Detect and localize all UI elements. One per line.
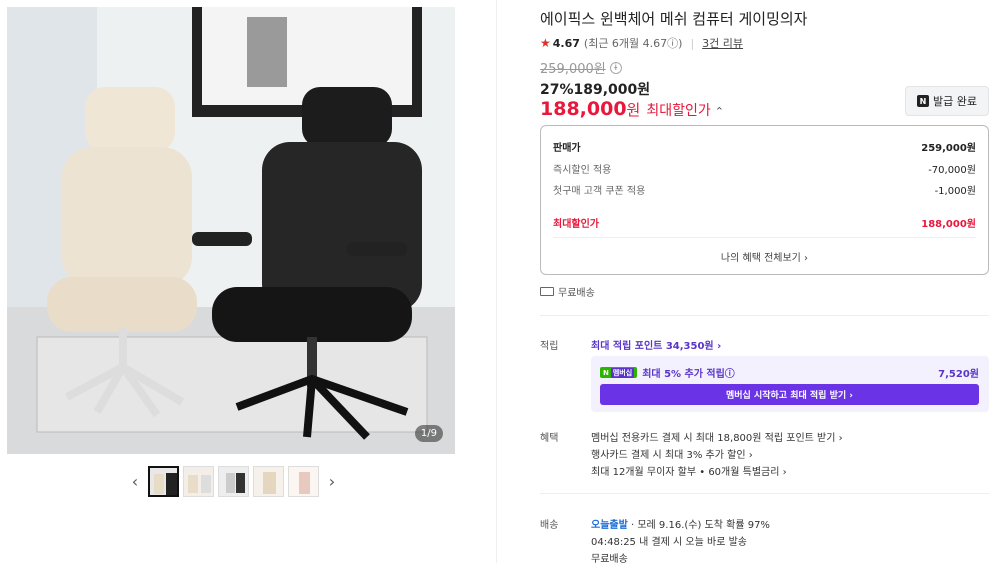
delivery-label: 배송: [540, 520, 559, 531]
benefits-label: 혜택: [540, 433, 559, 444]
product-title: 에이픽스 윈백체어 메쉬 컴퓨터 게이밍의자: [540, 10, 808, 28]
final-price-unit: 원: [626, 101, 641, 119]
main-product-image[interactable]: 1/9: [7, 7, 455, 454]
next-image-icon[interactable]: ›: [323, 467, 341, 497]
membership-badge: N 멤버십: [600, 367, 638, 378]
points-label: 적립: [540, 341, 559, 352]
original-price: 259,000원: [540, 62, 606, 77]
image-counter: 1/9: [414, 425, 443, 442]
price-row-label: 첫구매 고객 쿠폰 적용: [553, 186, 646, 197]
final-price-label: 최대할인가: [646, 103, 711, 119]
chair-photo: [7, 7, 455, 454]
prev-image-icon[interactable]: ‹: [126, 467, 144, 497]
naver-n-icon: N: [603, 368, 609, 377]
price-row-label: 판매가: [553, 143, 581, 154]
free-shipping-row: 무료배송: [540, 284, 595, 299]
coupon-issued-button[interactable]: N 발급 완료: [905, 86, 989, 116]
rating-score: 4.67: [552, 36, 580, 50]
rating-row: ★ 4.67 (최근 6개월 4.67ⓘ) | 3건 리뷰: [540, 35, 743, 51]
price-row-label: 최대할인가: [553, 219, 599, 230]
thumbnail-strip: ‹ ›: [126, 466, 341, 497]
membership-value: 7,520원: [938, 369, 979, 380]
membership-plus-label: 멤버십: [610, 367, 635, 378]
benefit-item-event-card[interactable]: 행사카드 결제 시 최대 3% 추가 할인 ›: [591, 446, 753, 461]
coupon-button-label: 발급 완료: [933, 95, 977, 108]
price-row-value: 188,000원: [921, 219, 976, 230]
rating-sub[interactable]: (최근 6개월 4.67ⓘ): [584, 35, 683, 51]
membership-start-button[interactable]: 멤버십 시작하고 최대 적립 받기 ›: [600, 384, 979, 405]
price-row-label: 즉시할인 적용: [553, 165, 612, 176]
max-points-link[interactable]: 최대 적립 포인트 34,350원 ›: [591, 337, 721, 352]
today-dispatch-badge: 오늘출발: [591, 520, 628, 531]
membership-extra-text: 최대 5% 추가 적립ⓘ: [642, 369, 735, 380]
price-row-first-coupon: 첫구매 고객 쿠폰 적용 -1,000원: [553, 182, 976, 197]
star-icon: ★: [540, 36, 551, 50]
price-row-max-discount: 최대할인가 188,000원: [553, 215, 976, 230]
thumbnail-2[interactable]: [183, 466, 214, 497]
section-divider: [540, 315, 989, 316]
review-link[interactable]: 3건 리뷰: [702, 35, 743, 51]
thumbnail-3[interactable]: [218, 466, 249, 497]
price-row-sale: 판매가 259,000원: [553, 139, 976, 154]
dispatch-countdown: 04:48:25 내 결제 시 오늘 바로 발송: [591, 537, 747, 548]
original-price-row: 259,000원 i: [540, 58, 622, 77]
thumbnail-5[interactable]: [288, 466, 319, 497]
price-breakdown-box: 판매가 259,000원 즉시할인 적용 -70,000원 첫구매 고객 쿠폰 …: [540, 125, 989, 275]
delivery-arrival-row: 오늘출발 · 모레 9.16.(수) 도착 확률 97%: [591, 516, 770, 531]
benefit-item-installment[interactable]: 최대 12개월 무이자 할부 • 60개월 특별금리 ›: [591, 463, 787, 478]
box-divider: [553, 237, 976, 238]
naver-n-icon: N: [917, 95, 929, 107]
info-icon[interactable]: i: [609, 61, 622, 74]
arrival-estimate: · 모레 9.16.(수) 도착 확률 97%: [627, 520, 770, 531]
price-row-instant-discount: 즉시할인 적용 -70,000원: [553, 161, 976, 176]
view-all-benefits-link[interactable]: 나의 혜택 전체보기 ›: [541, 249, 988, 264]
final-price: 188,000: [540, 98, 627, 120]
price-row-value: 259,000원: [921, 143, 976, 154]
column-divider: [496, 0, 497, 563]
chevron-up-icon[interactable]: ⌃: [715, 105, 724, 118]
final-price-row[interactable]: 188,000 원 최대할인가 ⌃: [540, 98, 724, 120]
free-shipping-text: 무료배송: [558, 288, 595, 299]
thumbnail-1[interactable]: [148, 466, 179, 497]
membership-box: N 멤버십 최대 5% 추가 적립ⓘ 7,520원 멤버십 시작하고 최대 적립 …: [591, 356, 989, 412]
benefit-item-card[interactable]: 멤버십 전용카드 결제 시 최대 18,800원 적립 포인트 받기 ›: [591, 429, 843, 444]
discount-price: 27%189,000원: [540, 82, 651, 98]
price-row-value: -1,000원: [934, 186, 976, 197]
price-row-value: -70,000원: [928, 165, 976, 176]
truck-icon: [540, 287, 554, 296]
section-divider: [540, 493, 989, 494]
rating-separator: |: [690, 36, 695, 50]
thumbnail-4[interactable]: [253, 466, 284, 497]
